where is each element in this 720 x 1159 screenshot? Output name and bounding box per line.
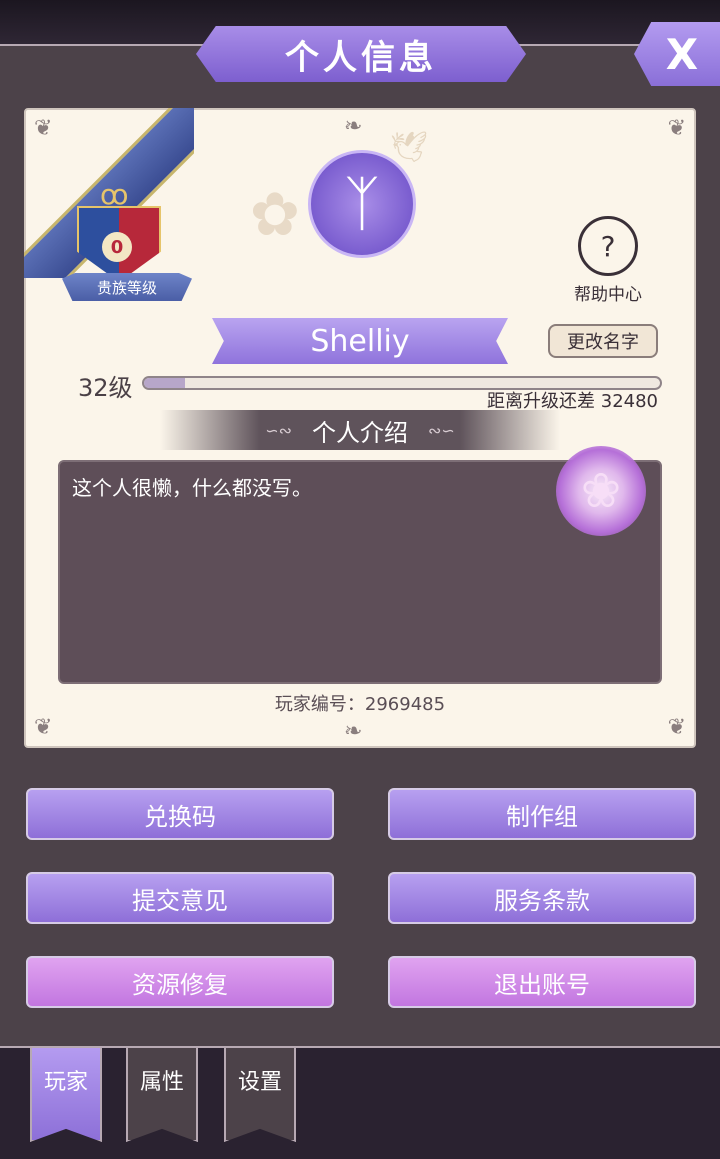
close-button[interactable]: X — [634, 22, 720, 86]
corner-ornament-icon: ❦ — [667, 715, 686, 740]
top-flourish-icon: ❧ — [344, 114, 363, 139]
tab-attributes[interactable]: 属性 — [126, 1048, 198, 1142]
noble-level-badge[interactable]: ꝏ 0 贵族等级 — [62, 178, 192, 318]
feedback-button[interactable]: 提交意见 — [26, 872, 334, 924]
intro-title: 个人介绍 — [312, 418, 408, 447]
player-name: Shelliy — [212, 318, 508, 364]
rename-button[interactable]: 更改名字 — [548, 324, 658, 358]
butterfly-icon: ᛉ — [344, 169, 380, 239]
intro-text: 这个人很懒，什么都没写。 — [72, 476, 312, 500]
redeem-code-button[interactable]: 兑换码 — [26, 788, 334, 840]
xp-progress-fill — [144, 378, 186, 388]
swirl-right-icon: ∾∽ — [428, 420, 455, 440]
avatar[interactable]: ᛉ — [308, 150, 416, 258]
rose-icon: ❀ — [556, 446, 646, 536]
player-level: 32级 — [78, 374, 133, 402]
player-id: 玩家编号：2969485 — [274, 694, 446, 715]
noble-level-label: 贵族等级 — [62, 273, 192, 301]
logout-button[interactable]: 退出账号 — [388, 956, 696, 1008]
tab-player[interactable]: 玩家 — [30, 1048, 102, 1142]
terms-button[interactable]: 服务条款 — [388, 872, 696, 924]
corner-ornament-icon: ❦ — [667, 116, 686, 141]
tab-settings[interactable]: 设置 — [224, 1048, 296, 1142]
corner-ornament-icon: ❦ — [34, 715, 53, 740]
noble-level-value: 0 — [102, 232, 132, 262]
credits-button[interactable]: 制作组 — [388, 788, 696, 840]
page-title: 个人信息 — [196, 26, 526, 82]
resource-repair-button[interactable]: 资源修复 — [26, 956, 334, 1008]
help-center-label: 帮助中心 — [574, 285, 642, 305]
book-help-icon: ? — [578, 216, 638, 276]
panel-divider — [0, 1046, 720, 1048]
swirl-left-icon: ∽∾ — [265, 420, 292, 440]
bird-icon: 🕊 — [390, 130, 429, 165]
help-center-button[interactable]: ? 帮助中心 — [566, 216, 650, 305]
bottom-flourish-icon: ❧ — [344, 719, 363, 744]
bottom-background — [0, 1048, 720, 1159]
intro-header: ∽∾ 个人介绍 ∾∽ — [160, 410, 560, 450]
